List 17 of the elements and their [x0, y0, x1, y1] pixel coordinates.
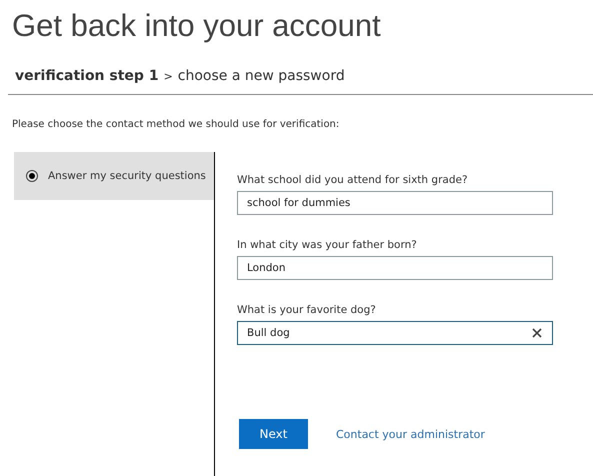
method-label: Answer my security questions — [48, 170, 206, 182]
question-label: What school did you attend for sixth grade? — [237, 174, 469, 186]
next-button[interactable]: Next — [239, 419, 308, 449]
breadcrumb-next: choose a new password — [178, 68, 345, 84]
answer-field[interactable]: London — [237, 256, 553, 280]
breadcrumb-current: verification step 1 — [15, 68, 159, 84]
answer-field[interactable]: school for dummies — [237, 191, 553, 215]
page-title: Get back into your account — [12, 8, 382, 44]
clear-icon[interactable] — [532, 328, 542, 338]
instruction-text: Please choose the contact method we should use for verification: — [12, 119, 340, 130]
question-label: In what city was your father born? — [237, 239, 418, 251]
radio-button[interactable] — [26, 170, 38, 182]
question-label: What is your favorite dog? — [237, 304, 377, 316]
answer-field[interactable]: Bull dog — [237, 321, 553, 345]
method-option[interactable]: Answer my security questions — [14, 152, 214, 200]
breadcrumb-separator: > — [164, 70, 173, 83]
admin-link[interactable]: Contact your administrator — [336, 428, 485, 440]
